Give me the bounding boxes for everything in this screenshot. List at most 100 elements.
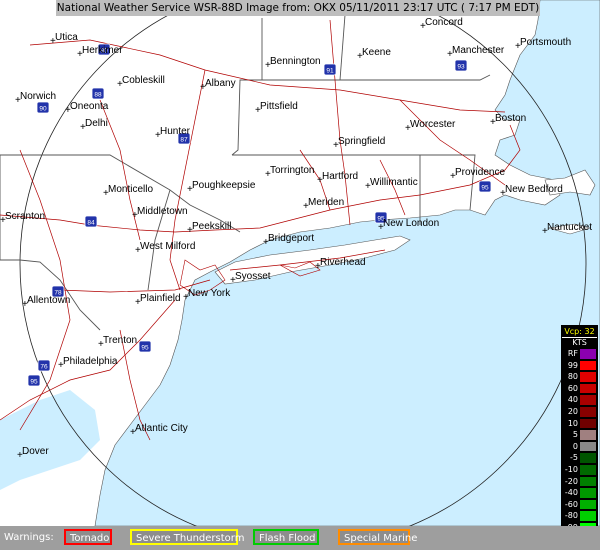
legend-entry: 80 <box>562 371 597 383</box>
city-label: Philadelphia <box>63 356 118 367</box>
city-label: Atlantic City <box>135 423 188 434</box>
legend-color-swatch <box>580 441 596 452</box>
city-label: Cobleskill <box>122 75 165 86</box>
legend-entry: -80 <box>562 510 597 522</box>
interstate-number: 95 <box>141 345 149 352</box>
velocity-legend: Vcp: 32 KTS RF 99 80 60 40 20 10 5 0 -5 -10 -20 -40-… <box>561 325 598 547</box>
city-label: Plainfield <box>140 293 181 304</box>
legend-color-swatch <box>580 349 596 359</box>
interstate-number: 90 <box>39 106 47 113</box>
city-label: Utica <box>55 32 78 43</box>
city-label: Poughkeepsie <box>192 180 256 191</box>
city-label: New York <box>188 288 231 299</box>
city-label: Peekskill <box>192 221 231 232</box>
legend-entry-label: -5 <box>570 453 578 463</box>
legend-entry: 10 <box>562 417 597 430</box>
city-label: Springfield <box>338 136 385 147</box>
city-label: Scranton <box>5 211 45 222</box>
legend-entry-label: 80 <box>567 372 578 382</box>
legend-entry: -60 <box>562 498 597 511</box>
legend-entry: 5 <box>562 429 597 441</box>
city-label: Portsmouth <box>520 37 571 48</box>
legend-color-swatch <box>580 476 596 487</box>
interstate-shield-90: 90 <box>36 101 50 114</box>
legend-units: KTS <box>562 338 597 348</box>
interstate-number: 91 <box>326 68 334 75</box>
warnings-bar: Warnings: Tornado Severe Thunderstorm Flas… <box>0 526 600 550</box>
legend-entry: -10 <box>562 463 597 476</box>
city-label: Norwich <box>20 91 56 102</box>
legend-color-swatch <box>580 453 596 463</box>
warning-severe-thunderstorm[interactable]: Severe Thunderstorm <box>130 529 244 545</box>
city-label: Torrington <box>270 165 314 176</box>
interstate-number: 87 <box>180 137 188 144</box>
city-label: Riverhead <box>320 257 366 268</box>
legend-entry-label: 5 <box>572 430 578 440</box>
legend-entry-label: -10 <box>564 464 578 474</box>
legend-color-swatch <box>580 430 596 440</box>
interstate-shield-95: 95 <box>27 374 41 387</box>
legend-entry-label: 0 <box>572 441 578 451</box>
city-label: Bennington <box>270 56 321 67</box>
legend-entry-label: 10 <box>567 418 578 428</box>
city-label: Hunter <box>160 126 191 137</box>
city-label: Worcester <box>410 119 456 130</box>
city-label: Boston <box>495 113 526 124</box>
interstate-number: 95 <box>481 185 489 192</box>
legend-entry-label: 20 <box>567 406 578 416</box>
city-label: Pittsfield <box>260 101 298 112</box>
legend-color-swatch <box>580 464 596 475</box>
legend-entry: RF <box>562 348 597 360</box>
legend-entry-label: 99 <box>567 360 578 370</box>
warning-tornado[interactable]: Tornado <box>64 529 112 545</box>
legend-entries: RF99806040201050-5-10-20-40-60-80-99ND <box>562 348 598 547</box>
interstate-number: 76 <box>40 364 48 371</box>
legend-entry-label: RF <box>567 349 578 358</box>
legend-entry: -20 <box>562 475 597 488</box>
city-label: Providence <box>455 167 505 178</box>
legend-entry: -5 <box>562 452 597 464</box>
legend-color-swatch <box>580 360 596 371</box>
city-label: Keene <box>362 47 391 58</box>
interstate-shield-84: 84 <box>84 215 98 228</box>
legend-entry: 0 <box>562 440 597 453</box>
city-label: Dover <box>22 446 49 457</box>
city-label: Hartford <box>322 171 358 182</box>
radar-map: 90909193888784959578957695 + Concord+ Utic… <box>0 0 600 526</box>
city-label: Trenton <box>103 335 137 346</box>
interstate-number: 95 <box>30 379 38 386</box>
legend-entry: 60 <box>562 382 597 395</box>
city-label: Herkimer <box>82 45 123 56</box>
legend-entry-label: -80 <box>564 511 578 521</box>
city-label: Middletown <box>137 206 188 217</box>
legend-entry: 20 <box>562 405 597 418</box>
interstate-number: 84 <box>87 220 95 227</box>
legend-entry-label: 60 <box>567 383 578 393</box>
interstate-shield-88: 88 <box>91 87 105 100</box>
legend-entry: -40 <box>562 487 597 499</box>
radar-page: 90 90 91 93 88 87 84 95 95 78 95 76 95 + Concord + Utic… <box>0 0 600 550</box>
legend-color-swatch <box>580 406 596 417</box>
city-label: Albany <box>205 78 236 89</box>
legend-color-swatch <box>580 499 596 510</box>
interstate-shield-95: 95 <box>138 340 152 353</box>
legend-entry-label: -60 <box>564 499 578 509</box>
warnings-label: Warnings: <box>4 532 54 543</box>
city-label: Oneonta <box>70 101 109 112</box>
city-label: Concord <box>425 17 463 28</box>
interstate-number: 93 <box>457 64 465 71</box>
warning-flash-flood[interactable]: Flash Flood <box>253 529 319 545</box>
interstate-shield-91: 91 <box>323 63 337 76</box>
legend-entry: 40 <box>562 394 597 406</box>
image-header: National Weather Service WSR-88D Image f… <box>56 0 540 16</box>
legend-color-swatch <box>580 418 596 429</box>
legend-product: Vcp: 32 <box>562 326 597 337</box>
warning-special-marine[interactable]: Special Marine <box>338 529 417 545</box>
city-label: Willimantic <box>370 177 418 188</box>
city-label: Nantucket <box>547 222 592 233</box>
legend-entry: 99 <box>562 359 597 372</box>
city-label: Allentown <box>27 295 70 306</box>
legend-entry-label: 40 <box>567 395 578 405</box>
city-label: Manchester <box>452 45 505 56</box>
legend-color-swatch <box>580 488 596 498</box>
